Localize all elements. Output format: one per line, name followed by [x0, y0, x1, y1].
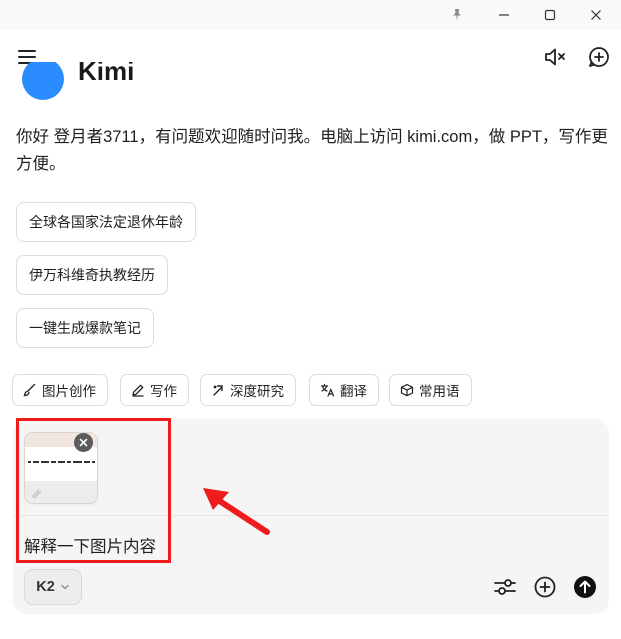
pen-icon — [132, 384, 144, 397]
cube-icon — [400, 383, 414, 397]
suggestion-chip[interactable]: 伊万科维奇执教经历 — [16, 255, 168, 295]
window-titlebar — [0, 0, 621, 30]
sliders-icon[interactable] — [493, 575, 517, 599]
tool-image-creation[interactable]: 图片创作 — [12, 374, 108, 406]
minimize-icon[interactable] — [481, 0, 527, 30]
tool-deep-research[interactable]: 深度研究 — [200, 374, 296, 406]
tool-label: 翻译 — [340, 384, 367, 399]
pin-icon[interactable] — [434, 0, 480, 30]
maximize-icon[interactable] — [527, 0, 573, 30]
tool-label: 深度研究 — [230, 384, 284, 399]
suggestion-chip[interactable]: 一键生成爆款笔记 — [16, 308, 154, 348]
logo-circle-icon — [22, 62, 64, 100]
tool-label: 图片创作 — [42, 384, 96, 399]
new-chat-icon[interactable] — [584, 42, 614, 72]
speaker-muted-icon[interactable] — [540, 42, 570, 72]
deep-research-icon — [213, 385, 223, 396]
tool-phrases[interactable]: 常用语 — [389, 374, 472, 406]
logo-text: Kimi — [78, 62, 135, 86]
model-label: K2 — [36, 579, 55, 595]
chevron-down-icon — [61, 584, 69, 590]
tool-label: 写作 — [150, 384, 177, 399]
translate-icon — [320, 383, 335, 397]
annotation-arrow-icon — [195, 480, 275, 545]
tool-writing[interactable]: 写作 — [120, 374, 189, 406]
tool-translate[interactable]: 翻译 — [309, 374, 379, 406]
kimi-logo: Kimi — [22, 62, 322, 102]
close-icon[interactable] — [573, 0, 619, 30]
plus-circle-icon[interactable] — [533, 575, 557, 599]
annotation-highlight-box — [16, 418, 171, 563]
model-selector[interactable]: K2 — [24, 569, 82, 605]
greeting-message: 你好 登月者3711，有问题欢迎随时问我。电脑上访问 kimi.com，做 PP… — [16, 128, 608, 173]
tool-label: 常用语 — [419, 384, 460, 399]
suggestion-chip[interactable]: 全球各国家法定退休年龄 — [16, 202, 196, 242]
paint-brush-icon — [23, 383, 36, 397]
send-arrow-up-icon[interactable] — [573, 575, 597, 599]
